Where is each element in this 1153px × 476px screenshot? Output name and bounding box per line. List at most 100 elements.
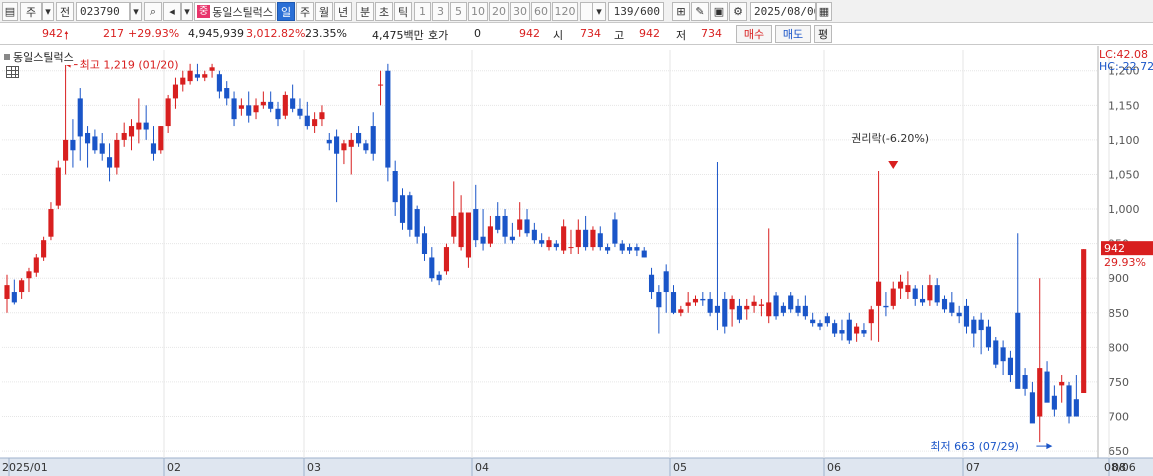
candle-body[interactable] bbox=[370, 126, 376, 154]
candle-body[interactable] bbox=[451, 215, 457, 237]
candle-body[interactable] bbox=[55, 167, 61, 206]
candle-body[interactable] bbox=[11, 292, 17, 303]
candle-body[interactable] bbox=[561, 226, 567, 251]
minute-1-button[interactable]: 1 bbox=[414, 2, 431, 21]
candle-body[interactable] bbox=[70, 139, 76, 151]
candle-body[interactable] bbox=[985, 326, 992, 348]
candle-body[interactable] bbox=[150, 143, 157, 154]
candle-body[interactable] bbox=[905, 285, 911, 293]
candle-body[interactable] bbox=[202, 74, 208, 78]
stock-name-field[interactable]: 중 동일스틸럭스 bbox=[194, 2, 276, 21]
candle-body[interactable] bbox=[1059, 381, 1065, 386]
candle-body[interactable] bbox=[890, 288, 896, 306]
candle-body[interactable] bbox=[421, 233, 428, 254]
candle-body[interactable] bbox=[605, 247, 611, 251]
candle-body[interactable] bbox=[85, 132, 91, 144]
speaker-icon[interactable]: ◂ bbox=[163, 2, 181, 21]
candle-body[interactable] bbox=[934, 285, 940, 303]
candle-body[interactable] bbox=[876, 281, 882, 306]
candle-body[interactable] bbox=[224, 88, 230, 99]
candle-body[interactable] bbox=[751, 301, 757, 306]
candle-body[interactable] bbox=[941, 298, 948, 310]
grid-menu-icon[interactable]: ▤ bbox=[2, 2, 18, 21]
candle-body[interactable] bbox=[458, 212, 464, 248]
candle-body[interactable] bbox=[883, 305, 889, 308]
candle-body[interactable] bbox=[480, 236, 486, 244]
candle-body[interactable] bbox=[780, 305, 786, 313]
candle-body[interactable] bbox=[1000, 347, 1006, 362]
candle-body[interactable] bbox=[663, 271, 669, 293]
candle-body[interactable] bbox=[487, 226, 493, 244]
candle-body[interactable] bbox=[810, 319, 816, 324]
candle-body[interactable] bbox=[275, 108, 281, 120]
candle-body[interactable] bbox=[736, 305, 742, 320]
candle-body[interactable] bbox=[648, 274, 655, 293]
candle-body[interactable] bbox=[1044, 371, 1050, 403]
candle-body[interactable] bbox=[4, 285, 10, 299]
candle-body[interactable] bbox=[575, 229, 581, 248]
candle-body[interactable] bbox=[172, 84, 179, 99]
calendar-icon[interactable]: ▦ bbox=[816, 2, 832, 21]
candle-body[interactable] bbox=[898, 281, 904, 289]
candle-body[interactable] bbox=[590, 229, 596, 248]
candle-body[interactable] bbox=[854, 326, 860, 334]
candle-body[interactable] bbox=[714, 305, 721, 313]
candle-body[interactable] bbox=[290, 98, 296, 109]
candle-body[interactable] bbox=[502, 215, 508, 237]
candle-body[interactable] bbox=[1022, 375, 1028, 389]
stock-code-input[interactable]: 023790 bbox=[76, 2, 130, 21]
sell-button[interactable]: 매도 bbox=[775, 25, 811, 43]
candle-body[interactable] bbox=[121, 132, 127, 140]
evaluate-button[interactable]: 평 bbox=[814, 25, 832, 43]
candle-body[interactable] bbox=[114, 139, 120, 168]
candle-body[interactable] bbox=[128, 126, 135, 137]
candle-body[interactable] bbox=[473, 209, 479, 241]
custom-period-dropdown-icon[interactable]: ▾ bbox=[592, 2, 606, 21]
candle-body[interactable] bbox=[524, 219, 530, 234]
search-icon[interactable]: ⌕ bbox=[144, 2, 162, 21]
candle-body[interactable] bbox=[758, 304, 764, 306]
candle-body[interactable] bbox=[414, 209, 420, 237]
candle-body[interactable] bbox=[583, 229, 589, 248]
buy-button[interactable]: 매수 bbox=[736, 25, 772, 43]
candle-body[interactable] bbox=[861, 330, 867, 334]
candle-body[interactable] bbox=[246, 105, 252, 116]
candle-body[interactable] bbox=[685, 302, 691, 306]
period-tick-button[interactable]: 틱 bbox=[394, 2, 412, 21]
minute-30-button[interactable]: 30 bbox=[510, 2, 530, 21]
minute-60-button[interactable]: 60 bbox=[531, 2, 551, 21]
minute-5-button[interactable]: 5 bbox=[450, 2, 467, 21]
candle-body[interactable] bbox=[143, 122, 149, 130]
candle-body[interactable] bbox=[773, 295, 779, 317]
candle-body[interactable] bbox=[597, 233, 603, 248]
minute-3-button[interactable]: 3 bbox=[432, 2, 449, 21]
candle-body[interactable] bbox=[619, 243, 625, 251]
candle-body[interactable] bbox=[260, 101, 266, 106]
candle-body[interactable] bbox=[1073, 399, 1079, 417]
candle-body[interactable] bbox=[612, 219, 618, 244]
candle-body[interactable] bbox=[326, 139, 332, 144]
candle-body[interactable] bbox=[912, 288, 918, 299]
candle-body[interactable] bbox=[495, 215, 501, 230]
candlestick-chart[interactable]: 1,2001,1501,1001,0501,000950900850800750… bbox=[0, 46, 1153, 476]
candle-body[interactable] bbox=[106, 157, 113, 168]
candle-body[interactable] bbox=[722, 298, 728, 327]
candle-body[interactable] bbox=[363, 143, 369, 151]
candle-body[interactable] bbox=[304, 115, 310, 127]
date-input[interactable]: 2025/08/06 bbox=[750, 2, 816, 21]
price-chart[interactable]: 1,2001,1501,1001,0501,000950900850800750… bbox=[0, 46, 1153, 476]
minute-120-button[interactable]: 120 bbox=[552, 2, 578, 21]
candle-body[interactable] bbox=[348, 139, 354, 147]
candle-body[interactable] bbox=[33, 257, 39, 273]
candle-body[interactable] bbox=[788, 295, 794, 310]
period-year-button[interactable]: 년 bbox=[334, 2, 352, 21]
period-second-button[interactable]: 초 bbox=[375, 2, 393, 21]
candle-body[interactable] bbox=[824, 316, 830, 324]
candle-body[interactable] bbox=[1051, 395, 1057, 410]
candle-body[interactable] bbox=[356, 132, 362, 144]
settings-icon[interactable]: ⚙ bbox=[729, 2, 747, 21]
candle-body[interactable] bbox=[963, 305, 970, 327]
candle-body[interactable] bbox=[465, 212, 471, 258]
candle-body[interactable] bbox=[678, 309, 684, 313]
candle-body[interactable] bbox=[194, 74, 200, 78]
